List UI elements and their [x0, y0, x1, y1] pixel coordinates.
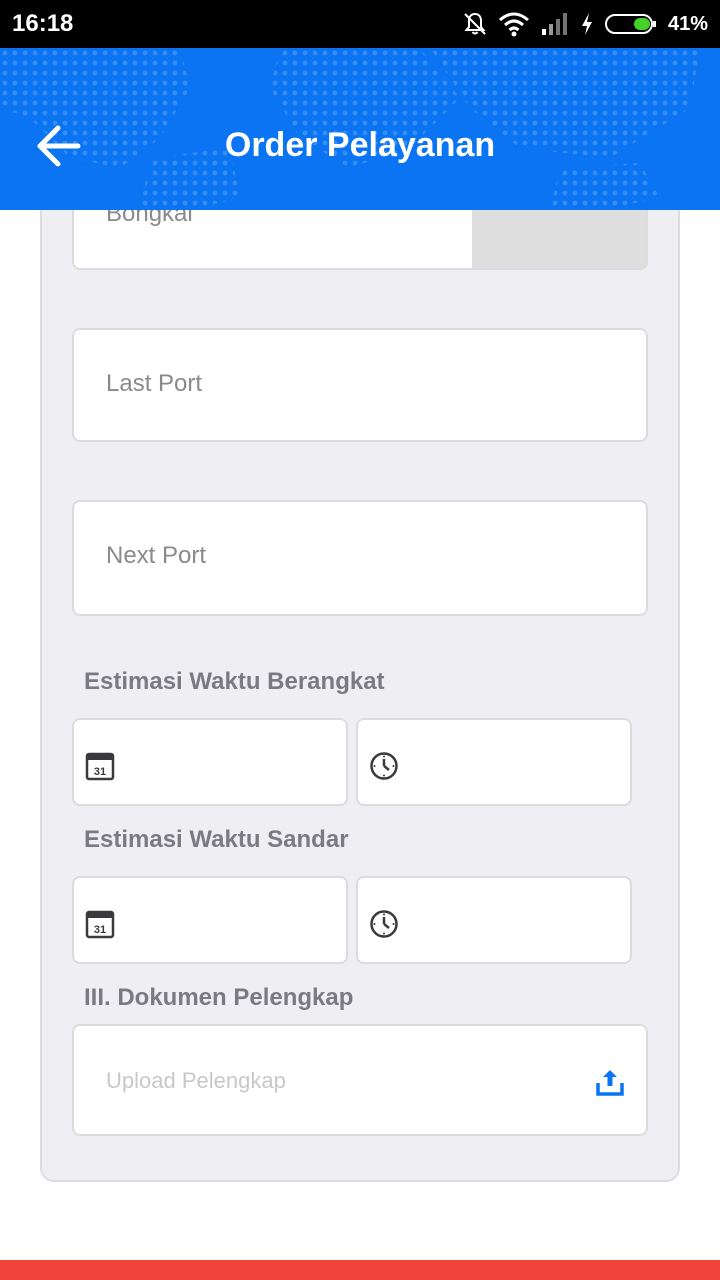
calendar-icon: 31 [85, 910, 115, 939]
status-bar: 16:18 41% [0, 0, 720, 48]
next-port-input[interactable]: Next Port [72, 500, 648, 616]
signal-icon [541, 13, 567, 35]
next-port-placeholder: Next Port [106, 542, 207, 569]
upload-documents-field[interactable]: Upload Pelengkap [72, 1024, 648, 1136]
berth-date-input[interactable]: 31 [72, 876, 348, 964]
status-time: 16:18 [12, 10, 74, 37]
berth-time-input[interactable] [356, 876, 632, 964]
documents-section-label: III. Dokumen Pelengkap [84, 984, 354, 1011]
battery-icon [604, 14, 656, 34]
app-bar: Order Pelayanan [0, 48, 720, 210]
status-icons: 41% [462, 9, 708, 39]
departure-time-input[interactable] [356, 718, 632, 806]
svg-text:31: 31 [94, 924, 106, 936]
upload-placeholder: Upload Pelengkap [106, 1068, 286, 1093]
battery-percent: 41% [667, 12, 708, 35]
departure-estimate-label: Estimasi Waktu Berangkat [84, 668, 385, 695]
page-title: Order Pelayanan [224, 126, 496, 164]
berth-estimate-label: Estimasi Waktu Sandar [84, 826, 349, 853]
bell-off-icon [464, 12, 486, 35]
last-port-placeholder: Last Port [106, 370, 203, 397]
upload-icon[interactable] [594, 1066, 626, 1098]
svg-text:31: 31 [94, 766, 106, 778]
last-port-input[interactable]: Last Port [72, 328, 648, 442]
calendar-icon: 31 [85, 752, 115, 781]
wifi-icon [498, 12, 529, 37]
clock-icon [370, 910, 398, 938]
departure-date-input[interactable]: 31 [72, 718, 348, 806]
screen: 16:18 41% Bongkai Last Port Next Port Es… [0, 0, 720, 1280]
clock-icon [370, 752, 398, 780]
bottom-action-bar[interactable] [0, 1260, 720, 1280]
charging-bolt-icon [581, 13, 592, 35]
